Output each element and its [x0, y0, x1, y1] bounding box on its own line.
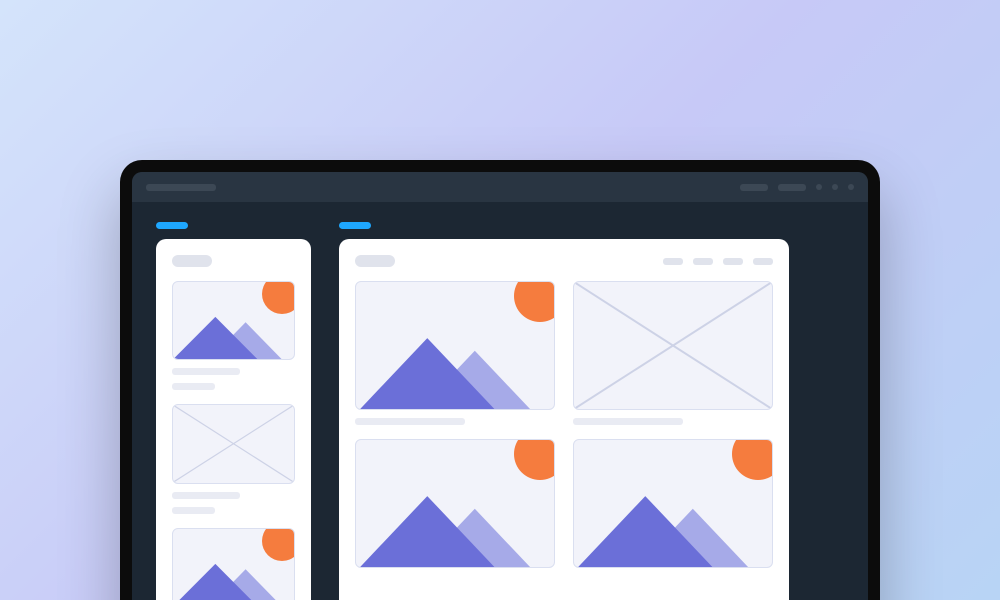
mountains-icon	[173, 313, 294, 359]
mountains-icon	[173, 560, 294, 600]
caption-line	[172, 368, 240, 375]
panel-tab-handle[interactable]	[339, 222, 371, 229]
mountains-icon	[356, 333, 554, 409]
sun-icon	[514, 439, 555, 480]
toolbar-title-placeholder	[146, 184, 216, 191]
mobile-panel-group	[156, 222, 311, 600]
panel-header	[355, 255, 773, 267]
workspace	[132, 202, 868, 600]
sun-icon	[262, 281, 295, 314]
image-thumbnail	[355, 281, 555, 410]
laptop-frame	[120, 160, 880, 600]
caption-line	[355, 418, 465, 425]
app-screen	[132, 172, 868, 600]
panel-title-placeholder	[172, 255, 212, 267]
sun-icon	[262, 528, 295, 561]
gallery-card[interactable]	[355, 439, 555, 568]
panel-nav	[663, 258, 773, 265]
sun-icon	[514, 281, 555, 322]
gallery-card[interactable]	[573, 439, 773, 568]
caption-line	[172, 492, 240, 499]
nav-item-placeholder[interactable]	[723, 258, 743, 265]
caption-line	[573, 418, 683, 425]
toolbar-action-placeholder[interactable]	[740, 184, 768, 191]
panel-header	[172, 255, 295, 267]
app-toolbar	[132, 172, 868, 202]
image-thumbnail	[573, 439, 773, 568]
nav-item-placeholder[interactable]	[693, 258, 713, 265]
caption-line	[172, 383, 215, 390]
desktop-panel-group	[339, 222, 789, 600]
gallery-card[interactable]	[355, 281, 555, 425]
caption-line	[172, 507, 215, 514]
toolbar-action-placeholder[interactable]	[778, 184, 806, 191]
image-thumbnail	[172, 281, 295, 360]
gallery-card[interactable]	[573, 281, 773, 425]
mountains-icon	[356, 491, 554, 567]
panel-title-placeholder	[355, 255, 395, 267]
nav-item-placeholder[interactable]	[663, 258, 683, 265]
window-control-dot[interactable]	[816, 184, 822, 190]
desktop-preview-panel	[339, 239, 789, 600]
image-thumbnail	[172, 528, 295, 600]
wireframe-thumbnail	[172, 404, 295, 483]
mobile-preview-panel	[156, 239, 311, 600]
gallery-card[interactable]	[172, 404, 295, 513]
sun-icon	[732, 439, 773, 480]
window-control-dot[interactable]	[848, 184, 854, 190]
wireframe-thumbnail	[573, 281, 773, 410]
image-thumbnail	[355, 439, 555, 568]
panel-tab-handle[interactable]	[156, 222, 188, 229]
gallery-card[interactable]	[172, 528, 295, 600]
mountains-icon	[574, 491, 772, 567]
window-control-dot[interactable]	[832, 184, 838, 190]
gallery-card[interactable]	[172, 281, 295, 390]
nav-item-placeholder[interactable]	[753, 258, 773, 265]
